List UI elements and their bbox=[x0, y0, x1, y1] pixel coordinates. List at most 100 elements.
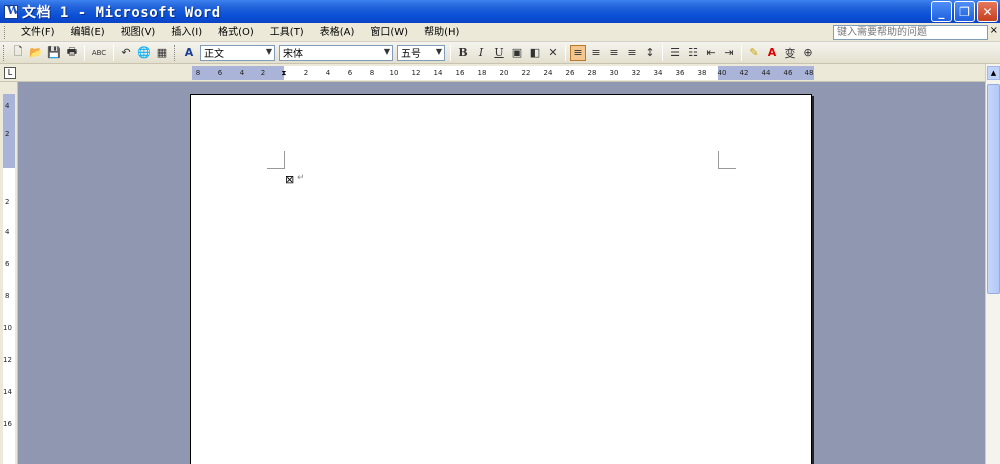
horizontal-ruler[interactable]: 8 6 4 2 ⧗ 2 4 6 8 10 12 14 16 18 20 22 2… bbox=[192, 66, 814, 80]
ruler-label: 24 bbox=[543, 69, 553, 77]
print-icon[interactable]: 🖶 bbox=[64, 45, 80, 61]
line-spacing-icon[interactable]: ↕ bbox=[642, 45, 658, 61]
save-icon[interactable]: 💾 bbox=[46, 45, 62, 61]
vruler-label: 12 bbox=[3, 356, 12, 364]
chevron-down-icon[interactable]: ▼ bbox=[266, 47, 272, 56]
font-size-value: 五号 bbox=[401, 49, 421, 60]
new-document-icon[interactable]: 🗋 bbox=[10, 45, 26, 61]
document-page[interactable]: ⊠ ↵ bbox=[190, 94, 812, 464]
left-margin-shade bbox=[192, 66, 284, 80]
ruler-label: 28 bbox=[587, 69, 597, 77]
scrollbar-thumb[interactable] bbox=[987, 84, 1000, 294]
toolbar-grip[interactable] bbox=[174, 44, 177, 61]
font-size-combo[interactable]: 五号 ▼ bbox=[397, 44, 445, 61]
ruler-label: 8 bbox=[369, 69, 375, 77]
vruler-label: 2 bbox=[5, 198, 10, 206]
shade-char-icon[interactable]: ◧ bbox=[527, 45, 543, 61]
ruler-label: 8 bbox=[195, 69, 201, 77]
toolbar-separator bbox=[741, 44, 742, 61]
restore-button[interactable]: ❐ bbox=[954, 1, 975, 22]
numbering-icon[interactable]: ☰ bbox=[667, 45, 683, 61]
style-combo-value: 正文 bbox=[204, 49, 224, 60]
font-combo-value: 宋体 bbox=[283, 49, 303, 60]
ruler-label: 10 bbox=[389, 69, 399, 77]
close-document-icon[interactable]: × bbox=[990, 25, 998, 36]
vertical-ruler-wrap: 4 2 2 4 6 8 10 12 14 16 bbox=[0, 82, 18, 464]
ruler-label: 2 bbox=[303, 69, 309, 77]
ruler-label: 48 bbox=[804, 69, 814, 77]
open-folder-icon[interactable]: 📂 bbox=[28, 45, 44, 61]
chevron-down-icon[interactable]: ▼ bbox=[436, 47, 442, 56]
minimize-button[interactable]: _ bbox=[931, 1, 952, 22]
highlight-icon[interactable]: ✎ bbox=[746, 45, 762, 61]
font-combo[interactable]: 宋体 ▼ bbox=[279, 44, 393, 61]
ruler-label: 46 bbox=[783, 69, 793, 77]
vruler-label: 14 bbox=[3, 388, 12, 396]
ruler-label: 42 bbox=[739, 69, 749, 77]
horizontal-ruler-row: L 8 6 4 2 ⧗ 2 4 6 8 10 12 14 16 18 20 22… bbox=[0, 64, 1000, 82]
justify-button[interactable]: ≡ bbox=[624, 45, 640, 61]
menu-edit[interactable]: 编辑(E) bbox=[63, 23, 113, 42]
bold-button[interactable]: B bbox=[455, 45, 471, 61]
menu-insert[interactable]: 插入(I) bbox=[163, 23, 210, 42]
toolbar-grip[interactable] bbox=[3, 44, 6, 61]
menu-format[interactable]: 格式(O) bbox=[210, 23, 262, 42]
ruler-label: 22 bbox=[521, 69, 531, 77]
vruler-label: 4 bbox=[5, 228, 10, 236]
insertion-cursor-icon: ⊠ bbox=[285, 173, 295, 186]
toolbar-separator bbox=[565, 44, 566, 61]
close-button[interactable]: ✕ bbox=[977, 1, 998, 22]
vertical-scrollbar[interactable]: ▲ bbox=[985, 64, 1000, 464]
ruler-label: 30 bbox=[609, 69, 619, 77]
align-right-button[interactable]: ≡ bbox=[606, 45, 622, 61]
menu-tools[interactable]: 工具(T) bbox=[262, 23, 312, 42]
italic-button[interactable]: I bbox=[473, 45, 489, 61]
style-icon[interactable]: A bbox=[181, 45, 197, 61]
tab-selector[interactable]: L bbox=[4, 67, 16, 79]
undo-icon[interactable]: ↶ bbox=[118, 45, 134, 61]
spell-check-icon[interactable]: ABC bbox=[89, 45, 109, 61]
menu-view[interactable]: 视图(V) bbox=[113, 23, 164, 42]
menu-window[interactable]: 窗口(W) bbox=[362, 23, 416, 42]
window-controls: _ ❐ ✕ bbox=[931, 1, 998, 22]
underline-button[interactable]: U bbox=[491, 45, 507, 61]
chevron-down-icon[interactable]: ▼ bbox=[384, 47, 390, 56]
word-app-icon[interactable] bbox=[4, 4, 19, 19]
vruler-label: 10 bbox=[3, 324, 12, 332]
menu-grip[interactable] bbox=[4, 25, 7, 39]
ruler-label: 4 bbox=[325, 69, 331, 77]
ruler-label: 16 bbox=[455, 69, 465, 77]
indent-marker[interactable]: ⧗ bbox=[282, 69, 287, 78]
help-question-input[interactable]: 键入需要帮助的问题 bbox=[833, 25, 988, 40]
vertical-ruler[interactable]: 4 2 2 4 6 8 10 12 14 16 bbox=[3, 94, 15, 464]
insert-table-icon[interactable]: ▦ bbox=[154, 45, 170, 61]
vruler-label: 2 bbox=[5, 130, 10, 138]
increase-indent-icon[interactable]: ⇥ bbox=[721, 45, 737, 61]
vruler-label: 16 bbox=[3, 420, 12, 428]
ruler-label: 6 bbox=[347, 69, 353, 77]
menu-table[interactable]: 表格(A) bbox=[312, 23, 363, 42]
border-char-icon[interactable]: ▣ bbox=[509, 45, 525, 61]
ruler-label: 44 bbox=[761, 69, 771, 77]
bullets-icon[interactable]: ☷ bbox=[685, 45, 701, 61]
formatting-toolbar: 🗋 📂 💾 🖶 ABC ↶ 🌐 ▦ A 正文 ▼ 宋体 ▼ 五号 ▼ B I U… bbox=[0, 42, 1000, 64]
enclose-char-icon[interactable]: ⊕ bbox=[800, 45, 816, 61]
align-left-button[interactable]: ≡ bbox=[570, 44, 586, 61]
font-color-icon[interactable]: A bbox=[764, 45, 780, 61]
scale-char-icon[interactable]: ✕ bbox=[545, 45, 561, 61]
toolbar-separator bbox=[662, 44, 663, 61]
crop-mark-top-right bbox=[718, 151, 736, 169]
decrease-indent-icon[interactable]: ⇤ bbox=[703, 45, 719, 61]
align-center-button[interactable]: ≡ bbox=[588, 45, 604, 61]
scroll-up-icon[interactable]: ▲ bbox=[987, 66, 1000, 80]
style-combo[interactable]: 正文 ▼ bbox=[200, 44, 275, 61]
ruler-label: 26 bbox=[565, 69, 575, 77]
vruler-label: 6 bbox=[5, 260, 10, 268]
menu-bar: 文件(F) 编辑(E) 视图(V) 插入(I) 格式(O) 工具(T) 表格(A… bbox=[0, 23, 1000, 42]
ruler-label: 38 bbox=[697, 69, 707, 77]
menu-help[interactable]: 帮助(H) bbox=[416, 23, 467, 42]
phonetic-guide-icon[interactable]: 变 bbox=[782, 45, 798, 61]
hyperlink-icon[interactable]: 🌐 bbox=[136, 45, 152, 61]
menu-file[interactable]: 文件(F) bbox=[13, 23, 63, 42]
toolbar-separator bbox=[450, 44, 451, 61]
